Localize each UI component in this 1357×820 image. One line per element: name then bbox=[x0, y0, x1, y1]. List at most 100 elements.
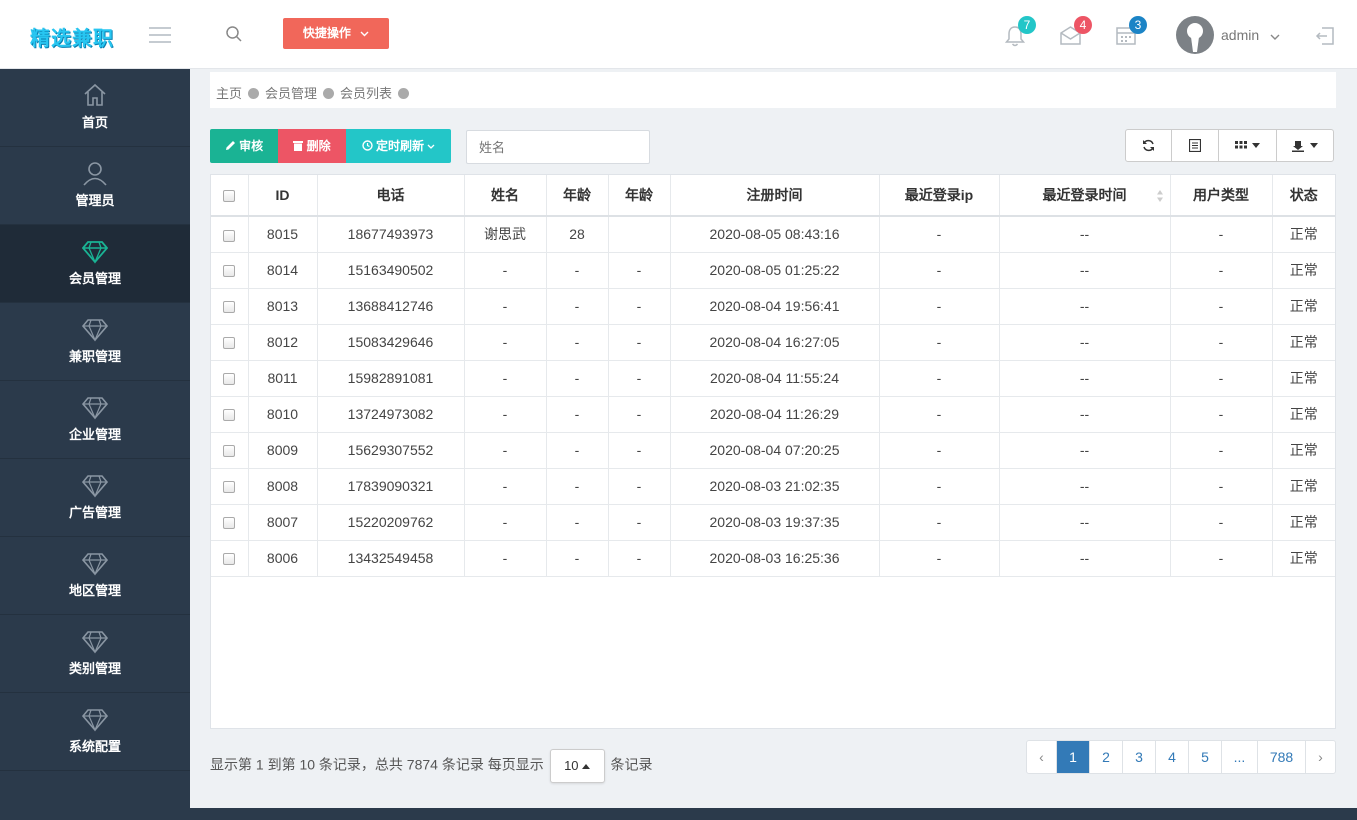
column-header-last-login-time[interactable]: 最近登录时间 bbox=[999, 175, 1171, 217]
table-row[interactable]: 8007 15220209762- - -2020-08-03 19:37:35- --… bbox=[211, 504, 1335, 541]
table-row[interactable]: 8006 13432549458- - -2020-08-03 16:25:36- --… bbox=[211, 540, 1335, 577]
row-checkbox[interactable] bbox=[223, 229, 236, 242]
sort-icon[interactable] bbox=[1156, 189, 1164, 206]
pagination-page-1[interactable]: 1 bbox=[1057, 741, 1090, 773]
pagination-page-2[interactable]: 2 bbox=[1090, 741, 1123, 773]
row-select-cell bbox=[211, 324, 249, 361]
pagination-prev[interactable]: ‹ bbox=[1027, 741, 1057, 773]
table-row[interactable]: 8009 15629307552- - -2020-08-04 07:20:25- --… bbox=[211, 432, 1335, 469]
column-header-phone[interactable]: 电话 bbox=[317, 175, 465, 217]
audit-button[interactable]: 审核 bbox=[210, 129, 278, 163]
cell-name: - bbox=[464, 324, 547, 361]
bell-badge: 7 bbox=[1018, 16, 1036, 34]
breadcrumb-home[interactable]: 主页 bbox=[216, 86, 242, 101]
column-header-last-login-ip[interactable]: 最近登录ip bbox=[879, 175, 1000, 217]
sidebar-item-home[interactable]: 首页 bbox=[0, 69, 190, 147]
mail-button[interactable]: 4 bbox=[1059, 16, 1092, 49]
grid-icon bbox=[1235, 140, 1247, 148]
cell-age: - bbox=[546, 324, 609, 361]
column-header-name[interactable]: 姓名 bbox=[464, 175, 547, 217]
row-checkbox[interactable] bbox=[223, 337, 236, 350]
app-logo[interactable]: 精选兼职 bbox=[30, 22, 114, 51]
diamond-icon bbox=[0, 628, 190, 654]
cell-last-login-time: -- bbox=[999, 288, 1171, 325]
select-all-checkbox[interactable] bbox=[223, 190, 236, 203]
row-checkbox[interactable] bbox=[223, 265, 236, 278]
logout-icon[interactable] bbox=[1314, 25, 1336, 50]
breadcrumb-member-list[interactable]: 会员列表 bbox=[340, 86, 392, 101]
menu-toggle-icon[interactable] bbox=[149, 27, 171, 43]
sidebar-item-category[interactable]: 类别管理 bbox=[0, 615, 190, 693]
pagination-page-last[interactable]: 788 bbox=[1258, 741, 1306, 773]
column-header-status[interactable]: 状态 bbox=[1272, 175, 1335, 217]
page-size-select[interactable]: 10 bbox=[549, 749, 605, 783]
columns-dropdown-button[interactable] bbox=[1219, 130, 1277, 161]
name-search-input[interactable] bbox=[466, 130, 650, 164]
row-select-cell bbox=[211, 216, 249, 253]
pagination-next[interactable]: › bbox=[1306, 741, 1335, 773]
notification-bell-button[interactable]: 7 bbox=[1004, 16, 1036, 51]
quick-action-button[interactable]: 快捷操作 bbox=[283, 18, 389, 49]
sidebar-item-enterprise[interactable]: 企业管理 bbox=[0, 381, 190, 459]
pagination-ellipsis[interactable]: ... bbox=[1222, 741, 1258, 773]
row-checkbox[interactable] bbox=[223, 553, 236, 566]
cell-age: - bbox=[546, 468, 609, 505]
row-checkbox[interactable] bbox=[223, 481, 236, 494]
table-row[interactable]: 8008 17839090321- - -2020-08-03 21:02:35- --… bbox=[211, 468, 1335, 505]
sidebar-item-settings[interactable]: 系统配置 bbox=[0, 693, 190, 771]
page-size-value: 10 bbox=[564, 758, 579, 773]
row-select-cell bbox=[211, 360, 249, 397]
column-header-user-type[interactable]: 用户类型 bbox=[1170, 175, 1273, 217]
cell-status: 正常 bbox=[1272, 396, 1335, 433]
table-row[interactable]: 8015 18677493973 谢思武 28 2020-08-05 08:43:16-… bbox=[211, 216, 1335, 253]
column-header-age[interactable]: 年龄 bbox=[546, 175, 609, 217]
search-icon[interactable] bbox=[225, 25, 243, 46]
cell-last-login-ip: - bbox=[879, 540, 1000, 577]
user-icon bbox=[0, 160, 190, 186]
table-row[interactable]: 8011 15982891081- - -2020-08-04 11:55:24- --… bbox=[211, 360, 1335, 397]
row-checkbox[interactable] bbox=[223, 301, 236, 314]
cell-age-2: - bbox=[608, 360, 671, 397]
avatar[interactable] bbox=[1176, 16, 1214, 54]
pagination-page-3[interactable]: 3 bbox=[1123, 741, 1156, 773]
row-checkbox[interactable] bbox=[223, 409, 236, 422]
pagination-page-5[interactable]: 5 bbox=[1189, 741, 1222, 773]
row-checkbox[interactable] bbox=[223, 517, 236, 530]
toggle-view-button[interactable] bbox=[1172, 130, 1219, 161]
pagination-page-4[interactable]: 4 bbox=[1156, 741, 1189, 773]
pencil-icon bbox=[225, 141, 235, 150]
chevron-down-icon[interactable] bbox=[1270, 29, 1280, 44]
row-checkbox[interactable] bbox=[223, 445, 236, 458]
table-row[interactable]: 8012 15083429646- - -2020-08-04 16:27:05- --… bbox=[211, 324, 1335, 361]
mail-badge: 4 bbox=[1074, 16, 1092, 34]
column-header-register-time[interactable]: 注册时间 bbox=[670, 175, 880, 217]
sidebar-item-ads[interactable]: 广告管理 bbox=[0, 459, 190, 537]
export-dropdown-button[interactable] bbox=[1277, 130, 1333, 161]
sidebar-item-admin[interactable]: 管理员 bbox=[0, 147, 190, 225]
trash-icon bbox=[293, 141, 304, 151]
row-checkbox[interactable] bbox=[223, 373, 236, 386]
delete-button[interactable]: 删除 bbox=[278, 129, 346, 163]
user-name[interactable]: admin bbox=[1221, 27, 1259, 43]
cell-id: 8012 bbox=[248, 324, 318, 361]
sidebar-item-parttime[interactable]: 兼职管理 bbox=[0, 303, 190, 381]
sidebar: 首页 管理员 会员管理 兼职管理 企业管理 广告管理 地区管理 类别管理 系统配… bbox=[0, 69, 190, 820]
breadcrumb-members[interactable]: 会员管理 bbox=[265, 86, 317, 101]
cell-age: - bbox=[546, 540, 609, 577]
table-row[interactable]: 8014 15163490502- - -2020-08-05 01:25:22- --… bbox=[211, 252, 1335, 289]
sidebar-item-region[interactable]: 地区管理 bbox=[0, 537, 190, 615]
table-row[interactable]: 8013 13688412746- - -2020-08-04 19:56:41- --… bbox=[211, 288, 1335, 325]
calendar-button[interactable]: 3 bbox=[1115, 16, 1147, 49]
chevron-down-icon bbox=[360, 26, 369, 40]
column-header-id[interactable]: ID bbox=[248, 175, 318, 217]
cell-id: 8007 bbox=[248, 504, 318, 541]
cell-name: - bbox=[464, 288, 547, 325]
table-row[interactable]: 8010 13724973082- - -2020-08-04 11:26:29- --… bbox=[211, 396, 1335, 433]
cell-age: - bbox=[546, 432, 609, 469]
cell-register-time: 2020-08-04 11:26:29 bbox=[670, 396, 880, 433]
timed-refresh-button[interactable]: 定时刷新 bbox=[346, 129, 451, 163]
sidebar-item-members[interactable]: 会员管理 bbox=[0, 225, 190, 303]
column-header-age-2[interactable]: 年龄 bbox=[608, 175, 671, 217]
cell-status: 正常 bbox=[1272, 540, 1335, 577]
refresh-button[interactable] bbox=[1126, 130, 1172, 161]
